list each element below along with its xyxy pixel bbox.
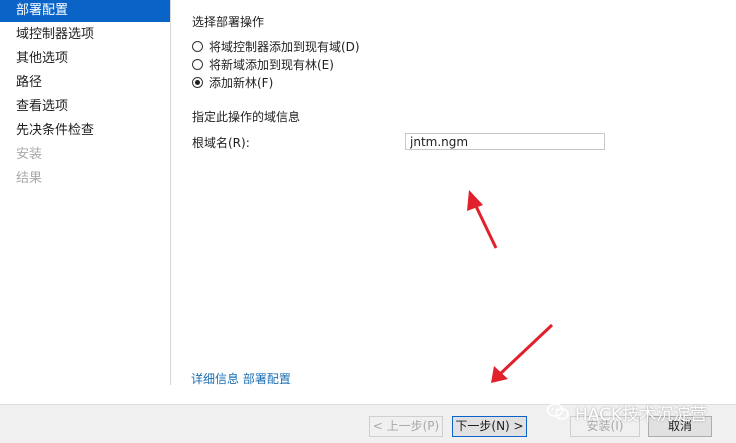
watermark: HACK技术沉淀营 xyxy=(547,400,708,425)
radio-label: 添加新林(F) xyxy=(209,75,274,90)
sidebar-item-review-options[interactable]: 查看选项 xyxy=(0,96,170,118)
sidebar-divider xyxy=(170,0,171,385)
sidebar-item-label: 结果 xyxy=(16,171,43,186)
radio-button-selected[interactable] xyxy=(192,76,203,88)
radio-label: 将域控制器添加到现有域(D) xyxy=(209,39,360,54)
root-domain-input[interactable] xyxy=(405,133,605,150)
sidebar-item-additional-options[interactable]: 其他选项 xyxy=(0,48,170,70)
radio-add-new-forest[interactable]: 添加新林(F) xyxy=(192,74,273,90)
sidebar-item-paths[interactable]: 路径 xyxy=(0,72,170,94)
watermark-text: HACK技术沉淀营 xyxy=(575,404,708,425)
arrow-up-icon xyxy=(467,190,498,249)
deployment-section-title: 选择部署操作 xyxy=(192,15,265,29)
radio-label: 将新域添加到现有林(E) xyxy=(209,57,334,72)
domain-info-section-title: 指定此操作的域信息 xyxy=(192,110,301,124)
arrow-down-icon xyxy=(491,323,554,383)
root-domain-label: 根域名(R): xyxy=(192,136,250,150)
radio-button[interactable] xyxy=(192,58,203,70)
sidebar-item-label: 部署配置 xyxy=(16,3,69,18)
next-button[interactable]: 下一步(N) > xyxy=(452,416,527,437)
radio-button[interactable] xyxy=(192,40,203,52)
sidebar-item-label: 查看选项 xyxy=(16,99,69,114)
sidebar-item-results: 结果 xyxy=(0,168,170,190)
sidebar-item-label: 域控制器选项 xyxy=(16,27,95,42)
sidebar-item-label: 安装 xyxy=(16,147,43,162)
sidebar-item-label: 路径 xyxy=(16,75,43,90)
more-info-link[interactable]: 详细信息 部署配置 xyxy=(191,370,291,387)
wechat-logo-icon xyxy=(547,403,569,420)
sidebar-item-installation: 安装 xyxy=(0,144,170,166)
sidebar-item-label: 其他选项 xyxy=(16,51,69,66)
sidebar-item-prerequisites-check[interactable]: 先决条件检查 xyxy=(0,120,170,142)
radio-add-domain-existing-forest[interactable]: 将新域添加到现有林(E) xyxy=(192,56,334,72)
sidebar-item-dc-options[interactable]: 域控制器选项 xyxy=(0,24,170,46)
sidebar-item-deployment-config[interactable]: 部署配置 xyxy=(0,0,170,22)
wizard-sidebar: 部署配置 域控制器选项 其他选项 路径 查看选项 先决条件检查 安装 结果 xyxy=(0,0,170,404)
back-button[interactable]: < 上一步(P) xyxy=(369,416,443,437)
radio-add-dc-existing-domain[interactable]: 将域控制器添加到现有域(D) xyxy=(192,38,360,54)
sidebar-item-label: 先决条件检查 xyxy=(16,123,95,138)
